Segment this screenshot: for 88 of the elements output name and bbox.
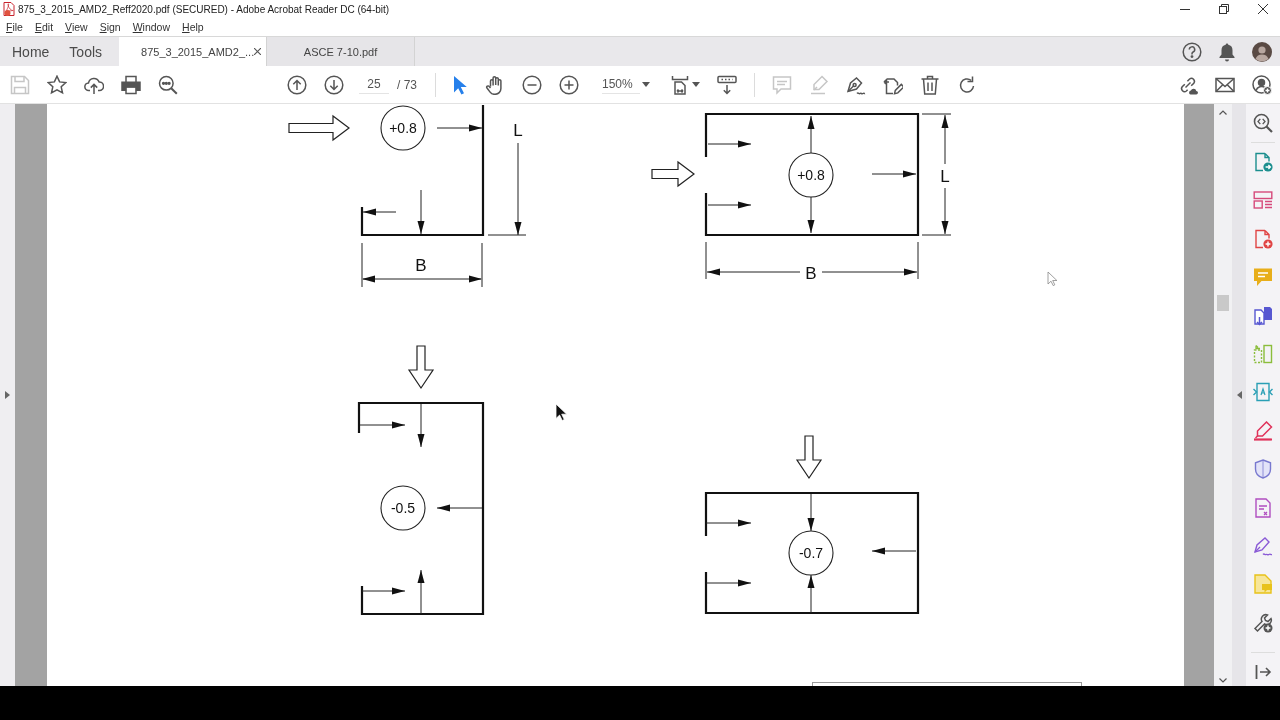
- scrollbar-thumb[interactable]: [1217, 295, 1229, 311]
- scroll-down-icon[interactable]: [1219, 678, 1227, 683]
- window-title: 875_3_2015_AMD2_Reff2020.pdf (SECURED) - Adobe Acrobat Reader DC (64-bit): [18, 3, 390, 15]
- page-count: / 73: [397, 77, 417, 92]
- wind-arrow: [651, 160, 695, 188]
- page-number-field[interactable]: 25: [359, 75, 389, 94]
- arrow-up-circle-icon[interactable]: [287, 74, 307, 95]
- form-icon[interactable]: [1253, 497, 1273, 518]
- bell-icon[interactable]: [1217, 41, 1237, 62]
- pressure-arrow: [807, 574, 815, 614]
- coefficient-label: +0.8: [389, 120, 417, 136]
- menu-item[interactable]: File: [6, 21, 23, 33]
- rotate-icon[interactable]: [957, 74, 977, 95]
- arrow-down-circle-icon[interactable]: [324, 74, 344, 95]
- mouse-pointer-icon: [555, 403, 568, 421]
- pressure-arrow: [871, 547, 917, 555]
- nav-tab[interactable]: Tools: [69, 43, 103, 60]
- trash-icon[interactable]: [920, 74, 940, 95]
- zoom-out-icon[interactable]: [522, 74, 542, 95]
- pressure-arrow: [436, 504, 483, 512]
- add-user-icon[interactable]: [1252, 74, 1272, 95]
- pressure-arrow: [359, 421, 406, 429]
- dimension-label: L: [940, 167, 950, 186]
- fit-page-icon[interactable]: [670, 74, 690, 95]
- coefficient-label: -0.7: [798, 545, 824, 561]
- pressure-arrow: [417, 569, 425, 615]
- coefficient-circle: [788, 152, 834, 198]
- pressure-arrow: [705, 519, 752, 527]
- coefficient-label: -0.5: [390, 500, 416, 516]
- magnifier-icon[interactable]: [1253, 113, 1273, 133]
- pressure-arrow: [871, 170, 917, 178]
- pressure-arrow: [362, 208, 397, 216]
- dimension-label: B: [805, 264, 817, 283]
- pressure-arrow: [361, 587, 406, 595]
- tab-label: ASCE 7-10.pdf: [303, 45, 378, 58]
- close-icon[interactable]: [1258, 4, 1268, 14]
- shield-icon[interactable]: [1253, 459, 1273, 480]
- tab-label: 875_3_2015_AMD2_...: [141, 45, 255, 58]
- pressure-arrow: [417, 403, 425, 448]
- help-icon[interactable]: [1182, 41, 1202, 62]
- menu-item[interactable]: View: [65, 21, 88, 33]
- layout-icon[interactable]: [1253, 190, 1273, 211]
- compress-icon[interactable]: [1253, 382, 1273, 403]
- documents-icon[interactable]: [1253, 305, 1273, 326]
- dimension-label: B: [415, 256, 427, 275]
- wind-arrow: [795, 435, 823, 480]
- menu-item[interactable]: Sign: [99, 21, 121, 33]
- pressure-arrow: [707, 140, 752, 148]
- coefficient-circle: [380, 485, 426, 531]
- wind-arrow: [288, 114, 350, 142]
- collapse-panel-icon[interactable]: [1236, 391, 1242, 399]
- caret-icon[interactable]: [642, 82, 650, 87]
- document-plus-icon[interactable]: [1253, 228, 1273, 249]
- pressure-arrow: [436, 124, 483, 132]
- caret-icon[interactable]: [692, 82, 700, 87]
- star-icon[interactable]: [47, 74, 67, 95]
- document-arrow-icon[interactable]: [1253, 152, 1273, 172]
- avatar-icon[interactable]: [1252, 41, 1272, 62]
- coefficient-label: +0.8: [797, 167, 825, 183]
- pressure-arrow: [707, 201, 752, 209]
- pressure-arrow: [417, 189, 425, 235]
- coefficient-circle: [788, 530, 834, 576]
- restore-icon[interactable]: [1219, 4, 1229, 14]
- wind-arrow: [407, 345, 435, 390]
- zoom-field[interactable]: 150%: [602, 75, 640, 94]
- mouse-pointer-icon: [1047, 271, 1058, 286]
- menu-item[interactable]: Edit: [34, 21, 54, 33]
- expand-panel-icon[interactable]: [5, 391, 10, 399]
- document-tab[interactable]: 875_3_2015_AMD2_...: [119, 37, 268, 66]
- pen-nib-icon[interactable]: [846, 74, 866, 95]
- highlighter-icon[interactable]: [1253, 420, 1273, 441]
- scroll-mode-icon[interactable]: [717, 74, 737, 95]
- close-icon[interactable]: [254, 48, 262, 55]
- wrench-plus-icon[interactable]: [1253, 612, 1273, 633]
- dimension-label: L: [513, 121, 523, 140]
- search-icon[interactable]: [158, 74, 178, 95]
- menu-item[interactable]: Window: [132, 21, 171, 33]
- pressure-arrow: [807, 196, 815, 234]
- pressure-arrow: [807, 493, 815, 532]
- signature-icon[interactable]: [1253, 535, 1273, 556]
- nav-tab[interactable]: Home: [12, 43, 50, 60]
- printer-icon[interactable]: [121, 74, 141, 95]
- pressure-arrow: [705, 579, 752, 587]
- hand-icon[interactable]: [485, 74, 505, 95]
- pressure-arrow: [807, 115, 815, 154]
- zoom-in-icon[interactable]: [559, 74, 579, 95]
- menu-item[interactable]: Help: [182, 21, 204, 33]
- scroll-up-icon[interactable]: [1219, 110, 1227, 115]
